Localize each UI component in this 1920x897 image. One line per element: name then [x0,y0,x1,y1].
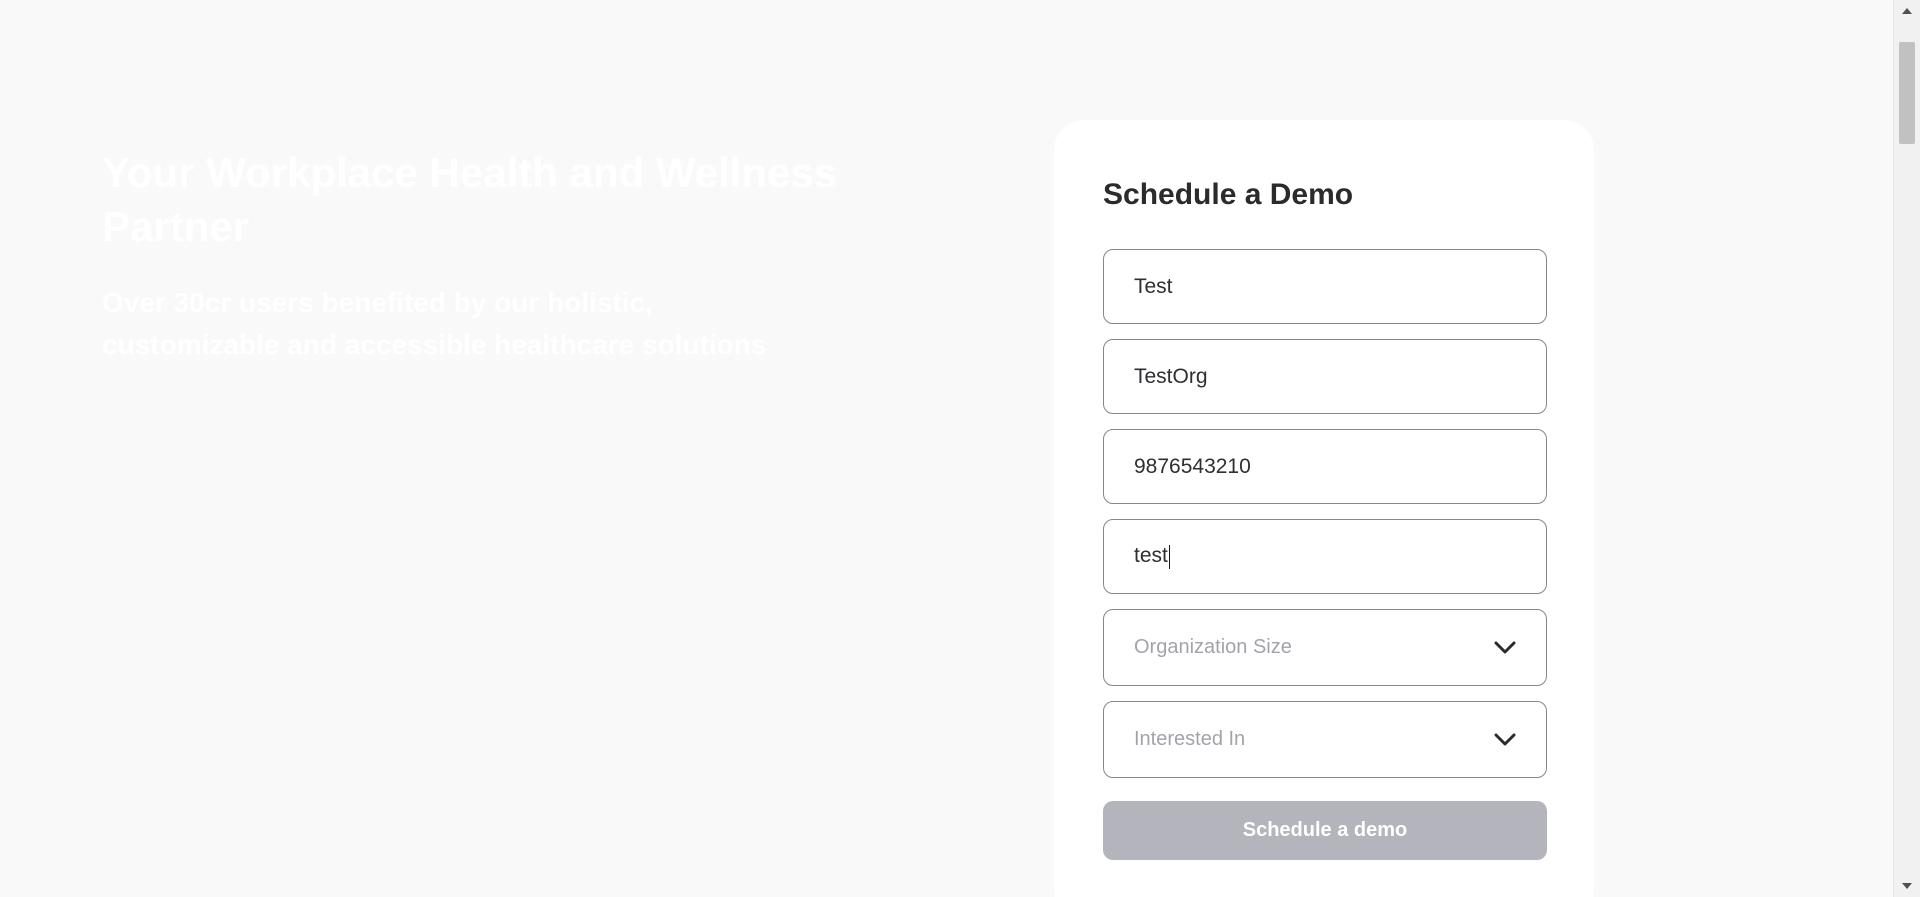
phone-field-value: 9876543210 [1134,454,1251,478]
scrollbar-thumb[interactable] [1899,42,1915,144]
email-field-value: test [1134,544,1168,568]
form-title: Schedule a Demo [1103,178,1354,211]
name-field-value: Test [1134,274,1173,298]
phone-field[interactable]: 9876543210 [1103,429,1547,504]
hero-section: Your Workplace Health and Wellness Partn… [102,146,862,366]
organization-size-select[interactable]: Organization Size [1103,609,1547,686]
email-field[interactable]: test [1103,519,1547,594]
organization-size-placeholder: Organization Size [1134,636,1292,658]
schedule-demo-button[interactable]: Schedule a demo [1103,801,1547,860]
scroll-down-icon[interactable] [1894,875,1920,897]
demo-form-card: Schedule a Demo Test TestOrg 9876543210 … [1054,120,1594,897]
hero-title: Your Workplace Health and Wellness Partn… [102,149,838,250]
interested-in-placeholder: Interested In [1134,728,1246,750]
scroll-up-icon[interactable] [1894,0,1920,22]
hero-subtitle: Over 30cr users benefited by our holisti… [102,287,767,360]
organization-field[interactable]: TestOrg [1103,339,1547,414]
vertical-scrollbar[interactable] [1893,0,1920,897]
email-field-content: test [1134,544,1516,569]
chevron-down-icon [1494,733,1516,747]
page: Your Workplace Health and Wellness Partn… [0,0,1920,897]
name-field[interactable]: Test [1103,249,1547,324]
text-cursor [1168,544,1171,569]
chevron-down-icon [1494,641,1516,655]
organization-field-value: TestOrg [1134,364,1208,388]
interested-in-select[interactable]: Interested In [1103,701,1547,778]
